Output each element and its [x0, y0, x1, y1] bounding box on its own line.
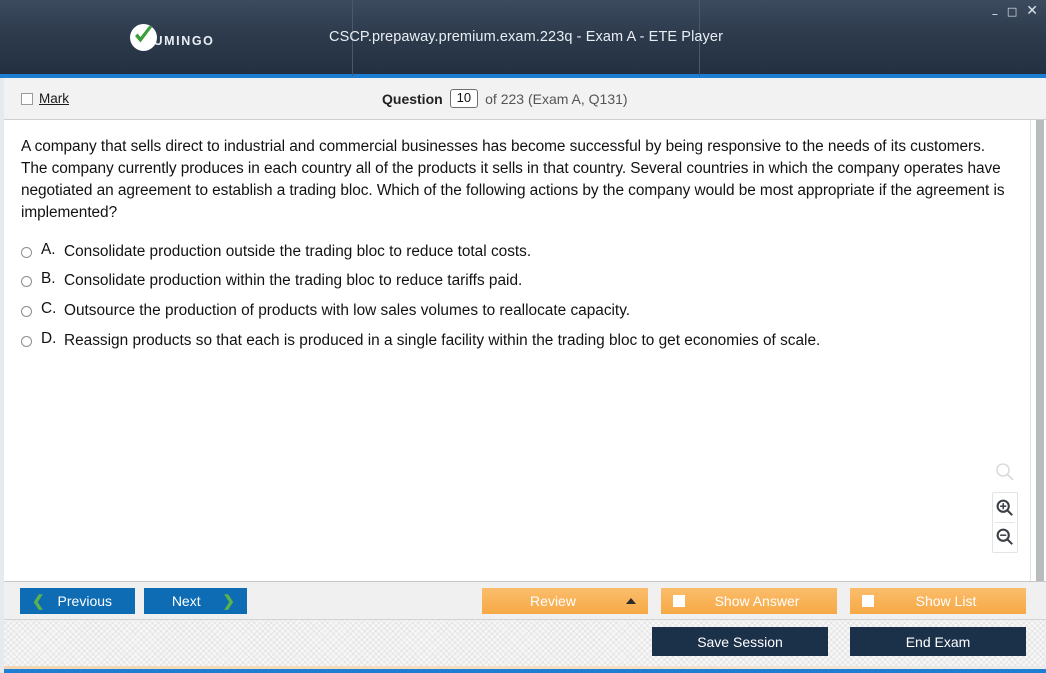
minimize-icon[interactable]: – — [992, 8, 998, 20]
mark-checkbox[interactable] — [21, 92, 33, 105]
logo-wordmark: UMINGO — [153, 33, 215, 48]
logo-cell: UMINGO — [0, 0, 353, 76]
radio-button-d[interactable] — [21, 336, 32, 348]
previous-button[interactable]: ❮ Previous — [20, 587, 135, 614]
save-session-button[interactable]: Save Session — [652, 627, 828, 656]
review-button-label: Review — [530, 592, 576, 609]
scrollbar-thumb[interactable] — [1036, 120, 1044, 581]
answer-option-a[interactable]: A. Consolidate production outside the tr… — [21, 241, 1008, 263]
zoom-tools — [988, 462, 1022, 553]
end-exam-button[interactable]: End Exam — [850, 627, 1026, 656]
ete-player-window: UMINGO CSCP.prepaway.premium.exam.223q -… — [0, 0, 1046, 673]
scrollbar-track[interactable] — [1033, 120, 1044, 581]
square-icon — [862, 594, 874, 607]
footer-bar: Save Session End Exam — [0, 620, 1046, 673]
answer-option-d[interactable]: D. Reassign products so that each is pro… — [21, 330, 1008, 352]
answer-text-a: Consolidate production outside the tradi… — [64, 242, 532, 260]
radio-button-b[interactable] — [21, 276, 32, 288]
show-list-button[interactable]: Show List — [850, 587, 1026, 614]
vumingo-logo: UMINGO — [129, 23, 215, 51]
window-controls: – □ ✕ — [992, 4, 1038, 20]
radio-button-c[interactable] — [21, 306, 32, 318]
question-number-input[interactable]: 10 — [449, 88, 479, 109]
answer-text-d: Reassign products so that each is produc… — [64, 332, 821, 350]
question-total-label: of 223 (Exam A, Q131) — [485, 90, 628, 107]
left-rail — [0, 78, 4, 673]
vertical-scrollbar[interactable] — [1030, 120, 1046, 581]
title-bar: UMINGO CSCP.prepaway.premium.exam.223q -… — [0, 0, 1046, 78]
square-icon — [673, 594, 685, 607]
answer-option-c[interactable]: C. Outsource the production of products … — [21, 300, 1008, 322]
checkmark-icon — [129, 23, 157, 51]
previous-button-label: Previous — [57, 592, 113, 609]
answer-options-list: A. Consolidate production outside the tr… — [21, 241, 1008, 353]
show-answer-button-label: Show Answer — [714, 592, 800, 609]
chevron-left-icon: ❮ — [32, 592, 45, 610]
question-header-bar: Mark Question 10 of 223 (Exam A, Q131) — [0, 78, 1046, 120]
maximize-icon[interactable]: □ — [1007, 6, 1017, 17]
chevron-up-icon — [626, 597, 636, 604]
answer-letter-b: B. — [41, 270, 56, 288]
answer-letter-a: A. — [41, 240, 56, 258]
close-icon[interactable]: ✕ — [1026, 4, 1038, 18]
answer-letter-d: D. — [41, 330, 57, 348]
zoom-panel — [992, 492, 1018, 553]
question-counter: Question 10 of 223 (Exam A, Q131) — [382, 88, 628, 109]
content-area: A company that sells direct to industria… — [0, 120, 1046, 582]
question-pane: A company that sells direct to industria… — [0, 120, 1030, 581]
next-button[interactable]: Next ❯ — [144, 587, 247, 614]
magnifier-icon — [995, 462, 1015, 487]
radio-button-a[interactable] — [21, 246, 32, 258]
chevron-right-icon: ❯ — [222, 592, 235, 610]
answer-option-b[interactable]: B. Consolidate production within the tra… — [21, 270, 1008, 292]
question-label: Question — [382, 90, 443, 107]
zoom-in-icon[interactable] — [993, 497, 1017, 519]
toolbar-right-group: Review Show Answer Show List — [482, 587, 1026, 614]
answer-text-b: Consolidate production within the tradin… — [64, 272, 523, 290]
navigation-toolbar: ❮ Previous Next ❯ Review Show Answer Sho… — [0, 582, 1046, 620]
next-button-label: Next — [171, 592, 201, 609]
answer-letter-c: C. — [41, 300, 57, 318]
zoom-separator — [995, 522, 1015, 523]
show-list-button-label: Show List — [915, 592, 977, 609]
show-answer-button[interactable]: Show Answer — [661, 587, 837, 614]
window-title: CSCP.prepaway.premium.exam.223q - Exam A… — [329, 0, 723, 76]
question-text: A company that sells direct to industria… — [21, 138, 1005, 221]
review-button[interactable]: Review — [482, 587, 648, 614]
zoom-out-icon[interactable] — [993, 526, 1017, 548]
mark-checkbox-group[interactable]: Mark — [21, 91, 69, 106]
answer-text-c: Outsource the production of products wit… — [64, 302, 631, 320]
mark-label: Mark — [39, 91, 69, 106]
